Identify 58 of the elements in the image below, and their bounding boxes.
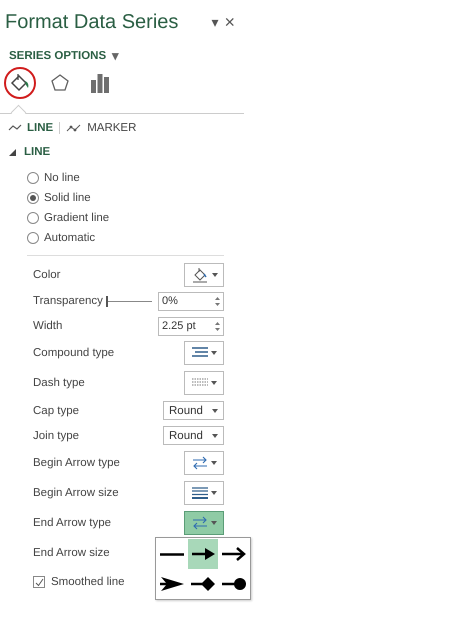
category-tab[interactable] — [4, 67, 36, 99]
diamond-end-icon — [190, 575, 216, 593]
radio-label: Solid line — [44, 192, 91, 204]
radio-button[interactable] — [27, 232, 39, 244]
round-end-icon — [221, 575, 247, 593]
dash-lines-icon — [192, 378, 208, 388]
setting-label: Dash type — [33, 377, 85, 389]
select-dropdown[interactable]: Round — [163, 401, 224, 420]
arrow-style-option[interactable] — [188, 539, 218, 569]
bar-chart-icon — [89, 72, 111, 94]
spin-arrows-icon[interactable] — [215, 320, 220, 332]
tab[interactable]: MARKER — [59, 122, 142, 134]
open-arrow-icon — [221, 545, 247, 563]
setting-label: End Arrow size — [33, 547, 110, 559]
pane-title: Format Data Series — [5, 10, 180, 34]
marker-line-icon — [66, 124, 82, 132]
double-arrow-icon — [192, 456, 208, 470]
radio-button[interactable] — [27, 192, 39, 204]
paint-bucket-icon — [9, 72, 31, 94]
section-header[interactable]: LINE — [9, 146, 50, 158]
dropdown-button[interactable] — [184, 341, 224, 365]
radio-button[interactable] — [27, 172, 39, 184]
compound-lines-icon — [192, 347, 208, 359]
radio-label: No line — [44, 172, 80, 184]
setting-label: Begin Arrow type — [33, 457, 120, 469]
setting-label: Smoothed line — [51, 576, 125, 588]
dropdown-button[interactable] — [184, 371, 224, 395]
setting-label: Begin Arrow size — [33, 487, 119, 499]
expand-triangle-icon — [9, 148, 16, 156]
dropdown-button[interactable] — [184, 263, 224, 287]
highlight-circle — [4, 67, 36, 99]
line-icon — [8, 124, 22, 132]
radio-button[interactable] — [27, 212, 39, 224]
setting-label: Join type — [33, 430, 80, 442]
select-dropdown[interactable]: Round — [163, 426, 224, 445]
checkbox[interactable] — [33, 576, 45, 588]
setting-label: Color — [33, 269, 60, 281]
setting-label: Transparency — [33, 295, 103, 307]
setting-label: End Arrow type — [33, 517, 111, 529]
line-weight-icon — [192, 487, 208, 499]
radio-label: Gradient line — [44, 212, 110, 224]
plain-line-icon — [160, 552, 184, 556]
tab[interactable]: LINE — [6, 122, 60, 134]
pen-color-icon — [190, 267, 208, 283]
setting-label: Cap type — [33, 404, 80, 416]
radio-label: Automatic — [44, 232, 96, 244]
setting-label: Compound type — [33, 347, 114, 359]
dropdown-button[interactable] — [184, 451, 224, 475]
pane-menu-button[interactable]: ▾ — [208, 14, 222, 30]
setting-label: Width — [33, 320, 62, 332]
arrow-head-icon — [190, 545, 216, 563]
slider-track[interactable] — [106, 296, 152, 306]
dropdown-button[interactable] — [184, 481, 224, 505]
stealth-arrow-icon — [159, 575, 185, 593]
series-options-dropdown[interactable]: SERIES OPTIONS ▾ — [6, 48, 122, 63]
close-button[interactable]: × — [221, 12, 238, 32]
double-arrow-icon — [192, 516, 208, 530]
spin-arrows-icon[interactable] — [215, 296, 220, 306]
